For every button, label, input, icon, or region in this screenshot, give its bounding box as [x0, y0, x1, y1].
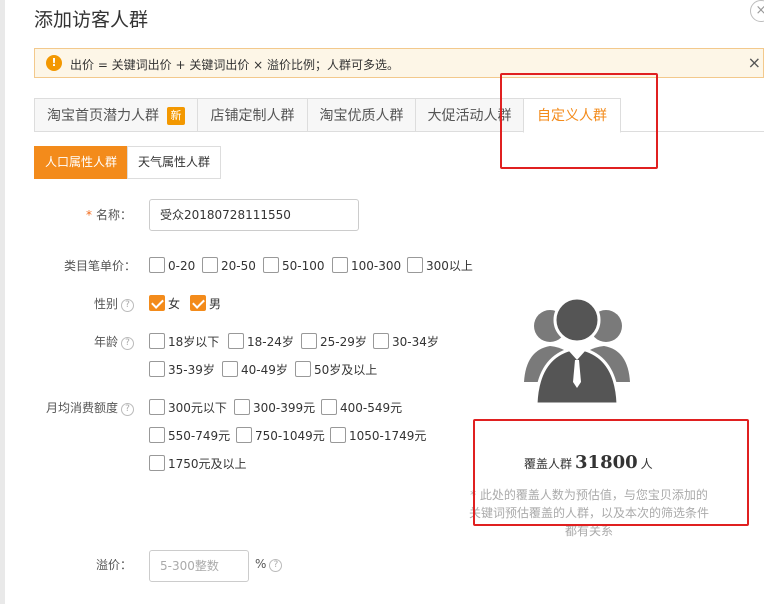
checkbox-age[interactable]: 30-34岁: [373, 333, 439, 349]
checkbox-price-0-20[interactable]: 0-20: [149, 257, 195, 273]
checkbox-box[interactable]: [330, 427, 346, 443]
checkbox-spending[interactable]: 550-749元: [149, 427, 230, 443]
coverage-summary: 覆盖人群 31800 人: [524, 452, 653, 473]
checkbox-box[interactable]: [202, 257, 218, 273]
checkbox-spending[interactable]: 1750元及以上: [149, 455, 247, 471]
tab-custom[interactable]: 自定义人群: [523, 98, 621, 133]
notice-bar: ! 出价 = 关键词出价 + 关键词出价 × 溢价比例；人群可多选。 ×: [34, 48, 764, 78]
new-badge: 新: [167, 107, 185, 125]
notice-close-icon[interactable]: ×: [748, 53, 761, 72]
price-category-label: 类目笔单价：: [63, 259, 136, 273]
tab-label: 大促活动人群: [427, 108, 512, 124]
checkbox-spending[interactable]: 1050-1749元: [330, 427, 426, 443]
checkbox-age[interactable]: 40-49岁: [222, 361, 288, 377]
age-label: 年龄?: [60, 333, 134, 350]
tab-label: 自定义人群: [537, 108, 607, 124]
help-icon[interactable]: ?: [121, 337, 134, 350]
checkbox-price-20-50[interactable]: 20-50: [202, 257, 256, 273]
checkbox-box[interactable]: [222, 361, 238, 377]
checkbox-box[interactable]: [149, 361, 165, 377]
premium-label: 溢价：: [95, 558, 132, 572]
premium-input[interactable]: 5-300整数: [149, 550, 249, 582]
checkbox-box[interactable]: [301, 333, 317, 349]
checkbox-age[interactable]: 50岁及以上: [295, 361, 377, 377]
help-icon[interactable]: ?: [269, 559, 283, 572]
checkbox-box[interactable]: [373, 333, 389, 349]
notice-text: 出价 = 关键词出价 + 关键词出价 × 溢价比例；人群可多选。: [70, 58, 400, 72]
checkbox-age[interactable]: 35-39岁: [149, 361, 215, 377]
tab-bar: 淘宝首页潜力人群新 店铺定制人群 淘宝优质人群 大促活动人群 自定义人群: [34, 98, 764, 133]
checkbox-box[interactable]: [149, 399, 165, 415]
checkbox-gender-female[interactable]: 女: [149, 295, 180, 311]
tab-label: 淘宝优质人群: [319, 108, 404, 124]
tab-homepage-potential[interactable]: 淘宝首页潜力人群新: [34, 98, 198, 132]
tab-label: 店铺定制人群: [210, 108, 295, 124]
tab-store-custom[interactable]: 店铺定制人群: [197, 98, 308, 132]
checkbox-box[interactable]: [234, 399, 250, 415]
tab-quality[interactable]: 淘宝优质人群: [307, 98, 416, 132]
warning-icon: !: [46, 55, 62, 71]
coverage-count: 31800: [575, 452, 638, 473]
checkbox-gender-male[interactable]: 男: [190, 295, 221, 311]
subtab-weather[interactable]: 天气属性人群: [127, 146, 221, 179]
checkbox-box[interactable]: [149, 427, 165, 443]
checkbox-age[interactable]: 25-29岁: [301, 333, 367, 349]
checkbox-box[interactable]: [228, 333, 244, 349]
dialog-title: 添加访客人群: [34, 9, 149, 31]
tab-label: 淘宝首页潜力人群: [47, 108, 159, 124]
left-edge-strip: [0, 0, 5, 604]
premium-unit: %?: [255, 557, 283, 572]
checkbox-box-checked[interactable]: [190, 295, 206, 311]
name-label: * 名称：: [85, 208, 132, 222]
checkbox-box[interactable]: [295, 361, 311, 377]
checkbox-box[interactable]: [149, 333, 165, 349]
gender-label: 性别?: [60, 295, 134, 312]
help-icon[interactable]: ?: [121, 403, 134, 416]
checkbox-box[interactable]: [332, 257, 348, 273]
checkbox-box[interactable]: [236, 427, 252, 443]
tab-promotion[interactable]: 大促活动人群: [415, 98, 524, 132]
checkbox-box[interactable]: [149, 455, 165, 471]
checkbox-box-checked[interactable]: [149, 295, 165, 311]
coverage-note: * 此处的覆盖人数为预估值，与您宝贝添加的关键词预估覆盖的人群，以及本次的筛选条…: [468, 488, 709, 538]
checkbox-age[interactable]: 18岁以下: [149, 333, 219, 349]
checkbox-spending[interactable]: 300元以下: [149, 399, 227, 415]
checkbox-box[interactable]: [407, 257, 423, 273]
checkbox-spending[interactable]: 400-549元: [321, 399, 402, 415]
spending-label: 月均消费额度?: [20, 399, 134, 416]
checkbox-spending[interactable]: 300-399元: [234, 399, 315, 415]
subtab-demographic[interactable]: 人口属性人群: [34, 146, 128, 179]
close-icon[interactable]: ×: [750, 0, 764, 22]
checkbox-price-50-100[interactable]: 50-100: [263, 257, 325, 273]
help-icon[interactable]: ?: [121, 299, 134, 312]
required-mark: *: [85, 208, 92, 222]
checkbox-price-100-300[interactable]: 100-300: [332, 257, 401, 273]
name-input[interactable]: 受众20180728111550: [149, 199, 359, 231]
checkbox-spending[interactable]: 750-1049元: [236, 427, 325, 443]
checkbox-price-300-plus[interactable]: 300以上: [407, 257, 473, 273]
checkbox-box[interactable]: [321, 399, 337, 415]
checkbox-box[interactable]: [263, 257, 279, 273]
crowd-icon: [524, 296, 630, 406]
checkbox-age[interactable]: 18-24岁: [228, 333, 294, 349]
checkbox-box[interactable]: [149, 257, 165, 273]
